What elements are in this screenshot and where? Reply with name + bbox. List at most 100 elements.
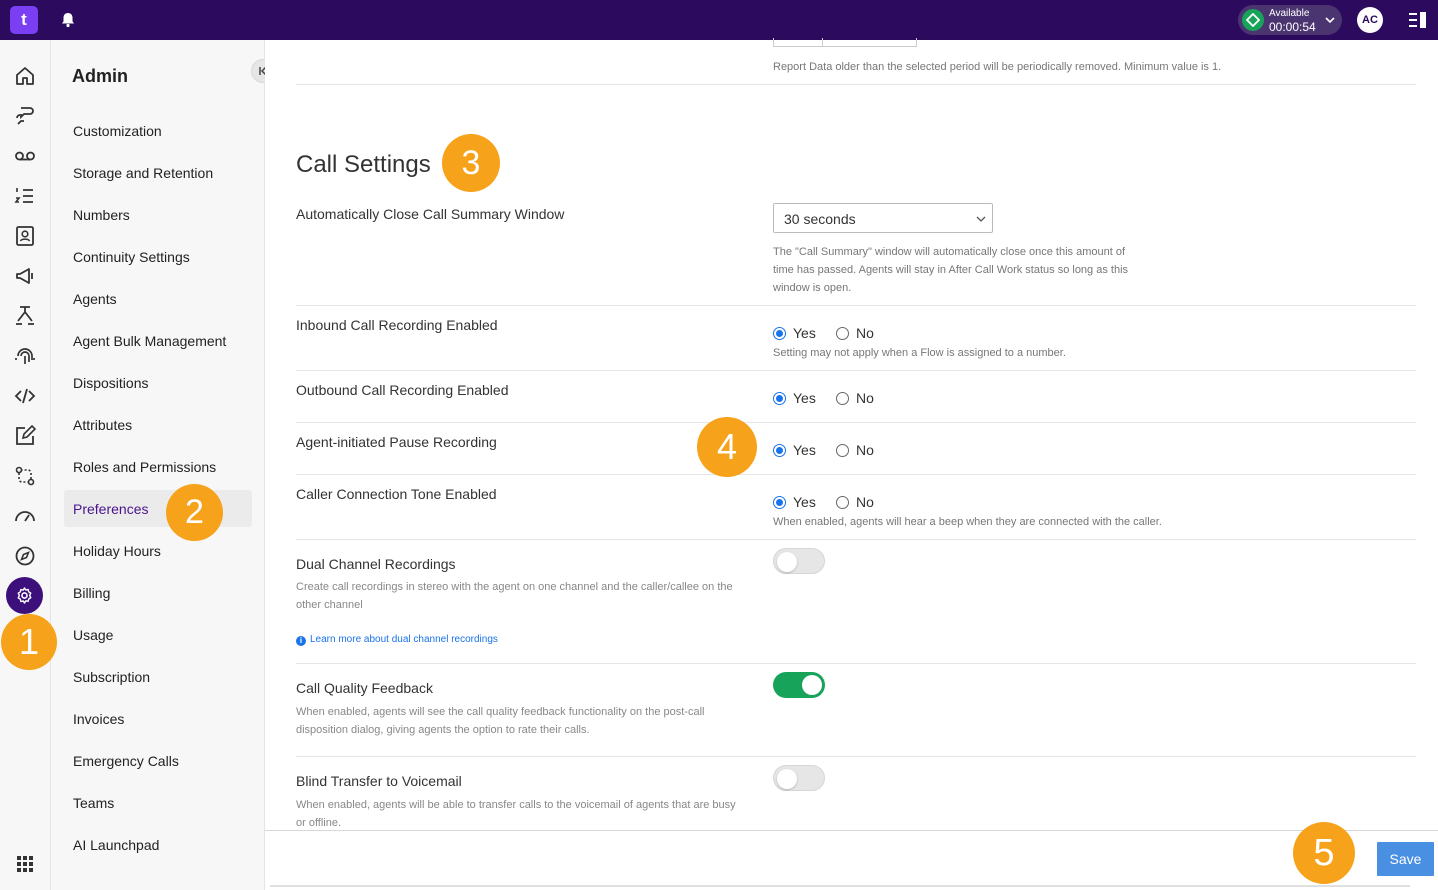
outbound-yes-label[interactable]: Yes [793,390,816,406]
call-quality-desc-1: When enabled, agents will see the call q… [296,706,705,718]
app-grid-icon[interactable] [13,852,37,876]
call-quality-label: Call Quality Feedback [296,680,433,696]
divider [296,539,1416,540]
divider [296,305,1416,306]
pause-no-label[interactable]: No [856,442,874,458]
toggle-knob [777,552,797,572]
list-icon[interactable] [13,184,37,208]
info-icon: i [296,636,306,646]
outbound-yes-radio[interactable] [773,392,786,405]
inbound-no-radio[interactable] [836,327,849,340]
divider [296,370,1416,371]
outbound-no-label[interactable]: No [856,390,874,406]
nav-roles-and-permissions[interactable]: Roles and Permissions [73,459,216,475]
nav-agent-bulk-management[interactable]: Agent Bulk Management [73,333,226,349]
logo-text: t [21,10,27,29]
flow-icon[interactable] [13,304,37,328]
nav-storage-and-retention[interactable]: Storage and Retention [73,165,213,181]
callout-badge-3: 3 [442,134,500,192]
dual-channel-desc-1: Create call recordings in stereo with th… [296,581,733,593]
pause-yes-radio[interactable] [773,444,786,457]
app-logo[interactable]: t [10,6,38,34]
auto-close-select[interactable]: 30 seconds [773,203,993,233]
nav-subscription[interactable]: Subscription [73,669,150,685]
tone-yes-label[interactable]: Yes [793,494,816,510]
nav-continuity-settings[interactable]: Continuity Settings [73,249,190,265]
integrations-icon[interactable] [13,464,37,488]
inbound-no-label[interactable]: No [856,325,874,341]
side-panel-icon[interactable] [1408,11,1428,29]
bell-icon[interactable] [58,10,78,30]
sidebar-title: Admin [72,66,128,86]
tone-yes-radio[interactable] [773,496,786,509]
admin-settings-nav[interactable] [6,577,43,614]
status-label: Available [1269,8,1310,19]
chevron-down-icon [976,216,986,222]
blind-transfer-toggle[interactable] [773,765,825,791]
footer-bar: Save [265,830,1438,890]
nav-attributes[interactable]: Attributes [73,417,132,433]
user-avatar[interactable]: AC [1357,7,1383,33]
nav-emergency-calls[interactable]: Emergency Calls [73,753,179,769]
nav-customization[interactable]: Customization [73,123,162,139]
nav-preferences[interactable]: Preferences [73,501,148,517]
nav-teams[interactable]: Teams [73,795,114,811]
dual-channel-learn-more-link[interactable]: i Learn more about dual channel recording… [296,634,498,646]
megaphone-icon[interactable] [13,264,37,288]
nav-invoices[interactable]: Invoices [73,711,124,727]
auto-close-help-2: time has passed. Agents will stay in Aft… [773,264,1129,276]
nav-billing[interactable]: Billing [73,585,110,601]
gear-icon [17,587,32,604]
compass-icon[interactable] [13,544,37,568]
input-separator [822,38,823,46]
callout-badge-2: 2 [166,484,223,541]
tone-no-radio[interactable] [836,496,849,509]
nav-usage[interactable]: Usage [73,627,113,643]
contacts-icon[interactable] [13,224,37,248]
callout-badge-1: 1 [1,614,57,670]
chevron-down-icon [1325,17,1335,24]
auto-close-label: Automatically Close Call Summary Window [296,206,565,222]
section-title-call-settings: Call Settings [296,151,431,178]
retention-period-input[interactable] [773,38,917,47]
preferences-content: Report Data older than the selected peri… [265,38,1438,890]
agent-status-dropdown[interactable]: Available 00:00:54 [1238,5,1342,35]
blind-transfer-desc-1: When enabled, agents will be able to tra… [296,799,736,811]
admin-sidebar: Admin Customization Storage and Retentio… [51,40,275,890]
divider [296,756,1416,757]
home-icon[interactable] [13,64,37,88]
dual-channel-toggle[interactable] [773,548,825,574]
dashboard-gauge-icon[interactable] [13,504,37,528]
voicemail-icon[interactable] [13,144,37,168]
learn-more-text[interactable]: Learn more about dual channel recordings [310,634,498,645]
nav-agents[interactable]: Agents [73,291,117,307]
edit-icon[interactable] [13,424,37,448]
code-icon[interactable] [13,384,37,408]
tone-help-text: When enabled, agents will hear a beep wh… [773,516,1162,528]
nav-dispositions[interactable]: Dispositions [73,375,148,391]
blind-transfer-label: Blind Transfer to Voicemail [296,773,462,789]
callout-badge-5: 5 [1293,822,1355,884]
auto-close-value: 30 seconds [784,211,856,227]
divider [296,422,1416,423]
fingerprint-icon[interactable] [13,344,37,368]
conversations-icon[interactable] [13,104,37,128]
tone-no-label[interactable]: No [856,494,874,510]
nav-ai-launchpad[interactable]: AI Launchpad [73,837,159,853]
status-timer: 00:00:54 [1269,20,1316,34]
divider [296,84,1416,85]
save-button[interactable]: Save [1377,842,1434,876]
footer-scrollbar[interactable] [270,885,1410,887]
call-quality-toggle[interactable] [773,672,825,698]
inbound-yes-label[interactable]: Yes [793,325,816,341]
outbound-no-radio[interactable] [836,392,849,405]
divider [296,474,1416,475]
pause-yes-label[interactable]: Yes [793,442,816,458]
retention-help-text: Report Data older than the selected peri… [773,61,1222,73]
pause-no-radio[interactable] [836,444,849,457]
nav-holiday-hours[interactable]: Holiday Hours [73,543,161,559]
toggle-knob [777,769,797,789]
inbound-recording-label: Inbound Call Recording Enabled [296,317,498,333]
nav-numbers[interactable]: Numbers [73,207,130,223]
inbound-yes-radio[interactable] [773,327,786,340]
